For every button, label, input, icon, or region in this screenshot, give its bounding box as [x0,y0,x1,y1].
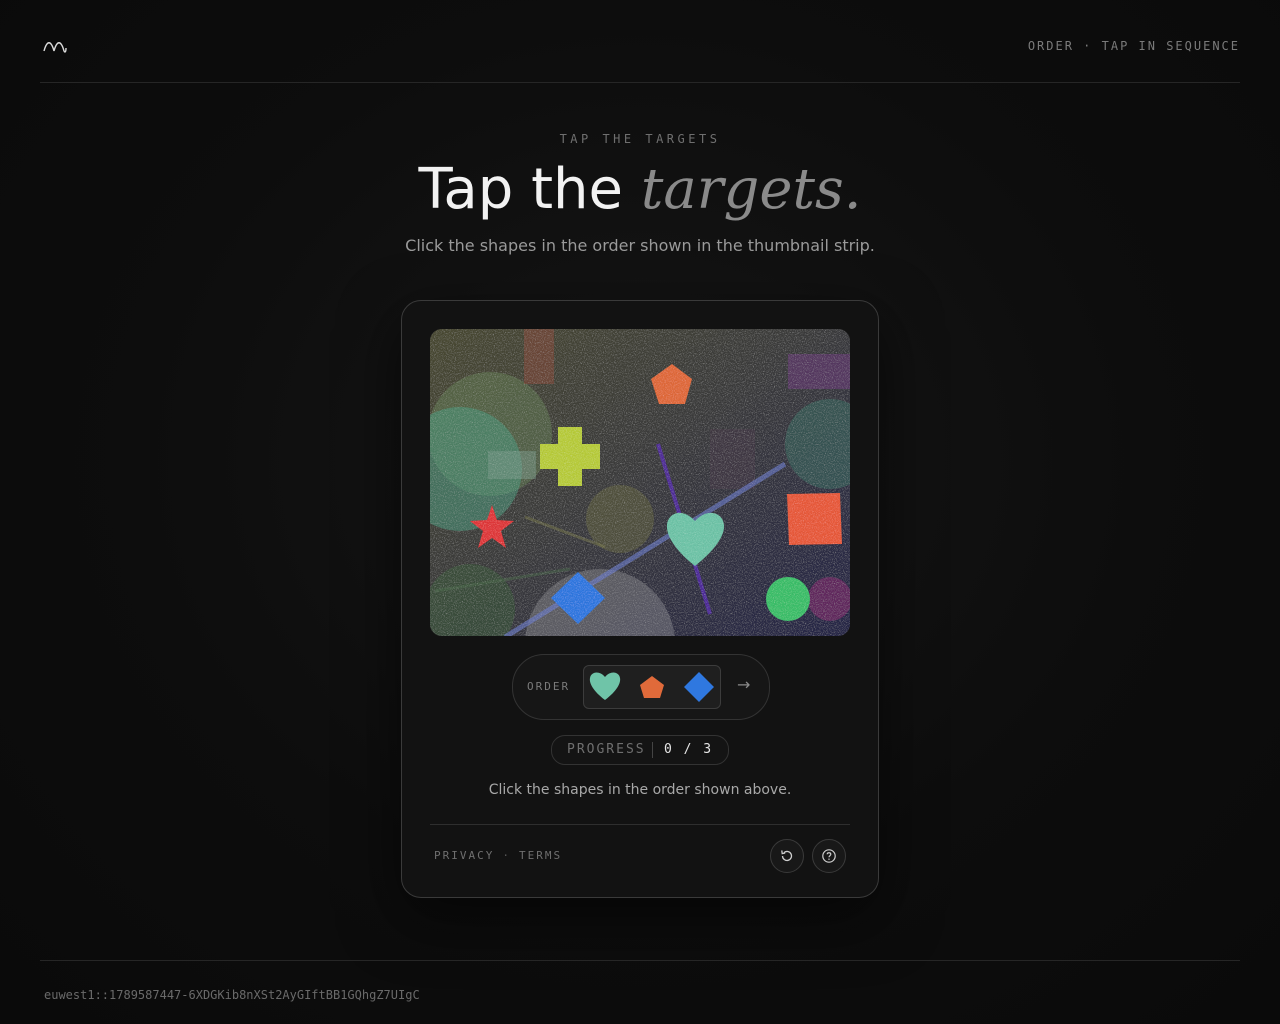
decoy-circle [808,577,850,621]
hero: TAP THE TARGETS Tap the targets. Click t… [0,132,1280,255]
logo-icon [43,42,67,53]
target-square[interactable] [787,493,842,545]
reload-icon [781,850,793,862]
privacy-link[interactable]: PRIVACY [434,849,494,862]
arrow-right-icon: → [737,675,751,694]
challenge-card: ORDER → PROGRESS 0 / 3 Click the shapes … [401,300,879,898]
help-icon [822,849,836,863]
subtitle: Click the shapes in the order shown in t… [405,236,875,255]
thumb-heart [589,672,621,700]
challenge-scene[interactable] [430,329,850,636]
target-circle[interactable] [766,577,810,621]
mode-label: ORDER · TAP IN SEQUENCE [1027,39,1240,53]
link-separator: · [502,849,511,862]
decoy-rect [710,429,755,489]
instruction-text: Click the shapes in the order shown abov… [488,782,792,798]
bottom-bar: euwest1::1789587447-6XDGKib8nXSt2AyGIftB… [40,960,1240,1002]
thumb-pentagon [640,676,664,698]
decoy-rect [488,451,536,479]
challenge-canvas[interactable] [430,329,850,636]
title-plain: Tap the [418,157,623,222]
footer-links: PRIVACY · TERMS [434,849,562,862]
progress-divider [652,742,653,758]
progress-label: PROGRESS [567,742,646,757]
help-button[interactable] [812,839,846,873]
top-bar: ORDER · TAP IN SEQUENCE [40,0,1240,83]
card-footer: PRIVACY · TERMS [430,824,850,897]
page-title: Tap the targets. [0,156,1280,224]
progress-indicator: PROGRESS 0 / 3 [551,735,729,765]
terms-link[interactable]: TERMS [519,849,562,862]
decoy-rect [524,329,554,384]
title-accent: targets. [640,157,862,222]
order-strip: ORDER → [512,654,770,720]
thumbnail-strip [583,665,721,709]
progress-value: 0 / 3 [664,742,714,757]
reload-button[interactable] [770,839,804,873]
session-id: euwest1::1789587447-6XDGKib8nXSt2AyGIftB… [44,988,420,1002]
eyebrow: TAP THE TARGETS [559,132,721,146]
thumb-diamond [684,672,714,702]
order-label: ORDER [527,680,571,693]
decoy-rect [788,354,850,389]
